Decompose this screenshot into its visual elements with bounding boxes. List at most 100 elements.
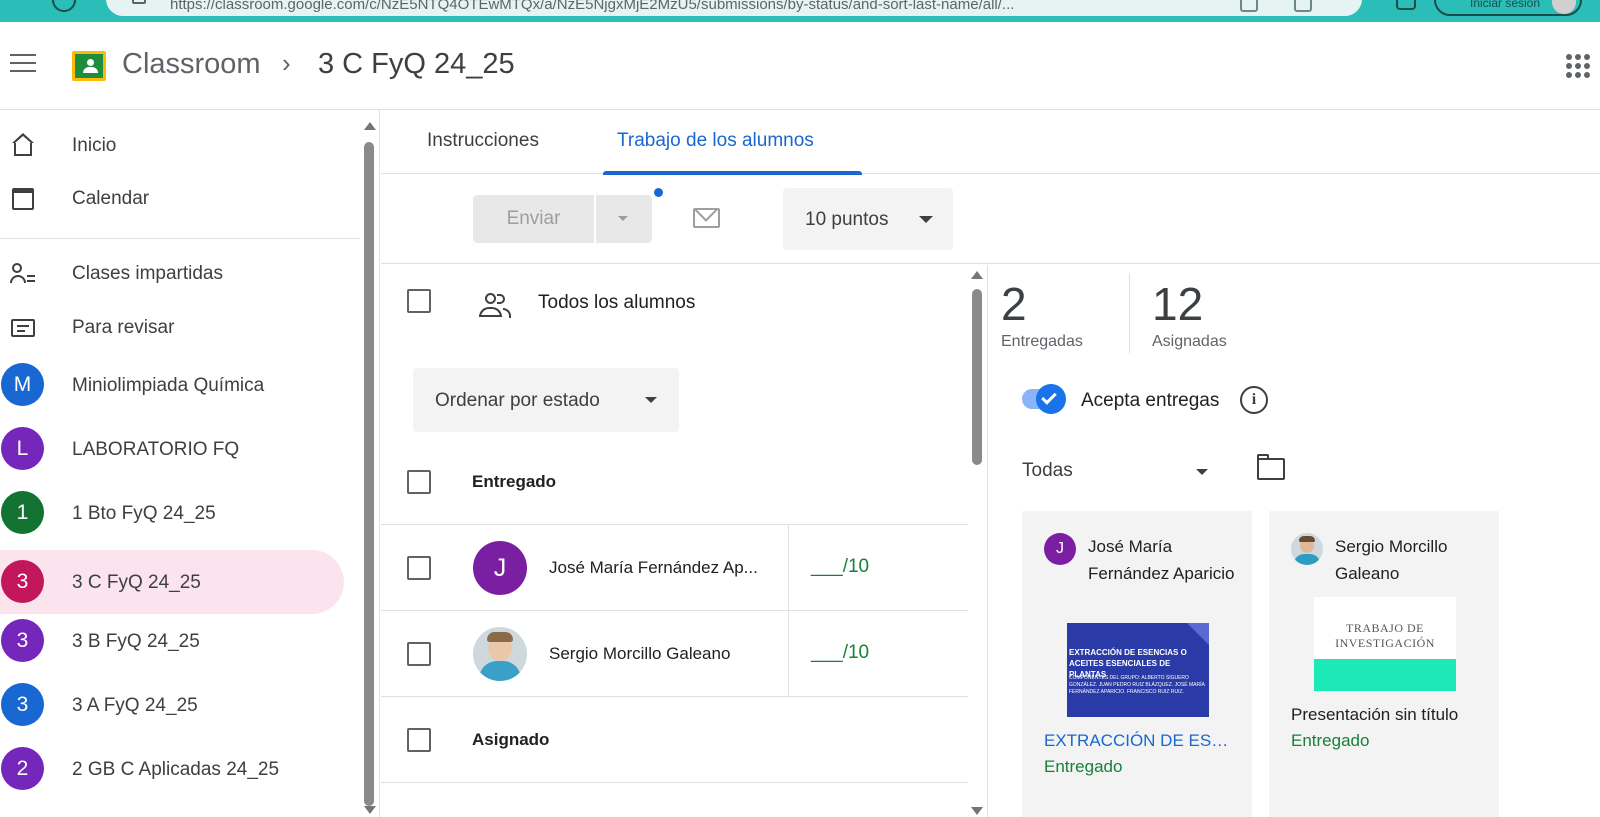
back-icon[interactable] bbox=[52, 0, 76, 12]
tab-label: Trabajo de los alumnos bbox=[617, 130, 814, 151]
caret-down-icon bbox=[618, 216, 628, 221]
list-scrollbar[interactable] bbox=[968, 265, 986, 817]
tab-instrucciones[interactable]: Instrucciones bbox=[417, 110, 587, 174]
google-apps-icon[interactable] bbox=[1566, 54, 1590, 78]
sidebar-item-laboratorio[interactable]: L LABORATORIO FQ bbox=[0, 422, 344, 476]
grade-field[interactable]: ___/10 bbox=[811, 556, 869, 578]
attachment-title[interactable]: Presentación sin título bbox=[1291, 705, 1481, 725]
sidebar-item-3b[interactable]: 3 3 B FyQ 24_25 bbox=[0, 614, 344, 668]
card-student-name: José María Fernández Aparicio bbox=[1088, 537, 1235, 583]
grading-toolbar: Enviar 10 puntos bbox=[381, 174, 1600, 264]
thumbnail-title: TRABAJO DE INVESTIGACIÓN bbox=[1335, 621, 1435, 650]
turned-in-label: Entregadas bbox=[1001, 333, 1083, 350]
thumbnail-body: COMPONENTES DEL GRUPO: ALBERTO SIGUERO G… bbox=[1069, 675, 1205, 695]
submission-status: Entregado bbox=[1044, 757, 1123, 776]
app-header: Classroom › 3 C FyQ 24_25 bbox=[0, 22, 1600, 110]
assignment-tabs: Instrucciones Trabajo de los alumnos bbox=[381, 110, 1600, 175]
extension-icon[interactable] bbox=[1240, 0, 1258, 12]
site-info-icon[interactable] bbox=[132, 0, 146, 4]
email-icon[interactable] bbox=[693, 208, 720, 228]
caret-down-icon bbox=[645, 397, 657, 403]
bookmark-star-icon[interactable] bbox=[1294, 0, 1312, 12]
sidebar-item-3a[interactable]: 3 3 A FyQ 24_25 bbox=[0, 678, 344, 732]
sidebar-item-label: Miniolimpiada Química bbox=[72, 375, 265, 396]
address-bar[interactable]: https://classroom.google.com/c/NzE5NTQ4O… bbox=[106, 0, 1362, 16]
class-avatar: 3 bbox=[1, 619, 44, 662]
sidebar-item-1bto[interactable]: 1 1 Bto FyQ 24_25 bbox=[0, 486, 344, 540]
people-icon bbox=[479, 293, 511, 319]
all-students-label[interactable]: Todos los alumnos bbox=[538, 292, 695, 314]
submission-filter-select[interactable]: Todas bbox=[1022, 450, 1222, 490]
login-label: Iniciar sesión bbox=[1470, 0, 1541, 10]
sidebar-item-label: 3 A FyQ 24_25 bbox=[72, 695, 198, 716]
login-button[interactable]: Iniciar sesión bbox=[1434, 0, 1582, 16]
assigned-label: Asignadas bbox=[1152, 333, 1227, 350]
class-name-breadcrumb[interactable]: 3 C FyQ 24_25 bbox=[318, 48, 515, 81]
sidebar-item-label: 3 B FyQ 24_25 bbox=[72, 631, 200, 652]
points-select[interactable]: 10 puntos bbox=[783, 188, 953, 250]
classroom-logo-icon[interactable] bbox=[72, 51, 106, 81]
chevron-right-icon: › bbox=[282, 48, 291, 78]
scroll-up-icon[interactable] bbox=[364, 122, 376, 130]
tab-trabajo-alumnos[interactable]: Trabajo de los alumnos bbox=[603, 110, 862, 175]
main-menu-icon[interactable] bbox=[10, 54, 36, 74]
attachment-thumbnail[interactable]: TRABAJO DE INVESTIGACIÓN bbox=[1314, 597, 1456, 691]
sidebar-item-label: LABORATORIO FQ bbox=[72, 439, 240, 460]
accept-submissions-label: Acepta entregas bbox=[1081, 390, 1220, 411]
submission-card[interactable]: J José María Fernández Aparicio EXTRACCI… bbox=[1022, 511, 1252, 817]
sidebar-item-label: Calendar bbox=[72, 188, 150, 209]
student-row[interactable]: J José María Fernández Ap... ___/10 bbox=[381, 525, 968, 611]
section-checkbox[interactable] bbox=[407, 470, 431, 494]
review-icon bbox=[10, 315, 36, 339]
scroll-thumb[interactable] bbox=[364, 142, 374, 806]
sidebar-item-label: Clases impartidas bbox=[72, 263, 223, 284]
sidebar-item-calendar[interactable]: Calendar bbox=[0, 171, 344, 225]
section-label: Asignado bbox=[472, 730, 550, 749]
send-options-button[interactable] bbox=[596, 195, 652, 243]
chat-icon[interactable] bbox=[1396, 0, 1416, 10]
sidebar-divider bbox=[0, 238, 360, 239]
sidebar-item-miniolimpiada[interactable]: M Miniolimpiada Química bbox=[0, 358, 344, 412]
section-entregado: Entregado bbox=[381, 439, 968, 525]
sidebar-item-clases-impartidas[interactable]: Clases impartidas bbox=[0, 246, 344, 300]
sort-select[interactable]: Ordenar por estado bbox=[413, 368, 679, 432]
submission-summary: 2 Entregadas 12 Asignadas Acepta entrega… bbox=[989, 265, 1600, 817]
send-button[interactable]: Enviar bbox=[473, 195, 594, 243]
avatar bbox=[1291, 533, 1323, 565]
sidebar-item-3c[interactable]: 3 3 C FyQ 24_25 bbox=[0, 550, 344, 614]
scroll-up-icon[interactable] bbox=[971, 271, 983, 279]
select-all-checkbox[interactable] bbox=[407, 289, 431, 313]
student-checkbox[interactable] bbox=[407, 556, 431, 580]
avatar: J bbox=[1044, 533, 1076, 565]
scroll-down-icon[interactable] bbox=[364, 806, 376, 814]
folder-icon[interactable] bbox=[1257, 454, 1285, 480]
info-icon[interactable]: i bbox=[1240, 386, 1268, 414]
grade-field[interactable]: ___/10 bbox=[811, 642, 869, 664]
tab-label: Instrucciones bbox=[427, 130, 539, 151]
attachment-title[interactable]: EXTRACCIÓN DE ESE... bbox=[1044, 731, 1234, 751]
class-avatar: 1 bbox=[1, 491, 44, 534]
student-row[interactable]: Sergio Morcillo Galeano ___/10 bbox=[381, 611, 968, 697]
attachment-thumbnail[interactable]: EXTRACCIÓN DE ESENCIAS O ACEITES ESENCIA… bbox=[1067, 623, 1209, 717]
url-text: https://classroom.google.com/c/NzE5NTQ4O… bbox=[170, 0, 1015, 13]
sidebar-item-para-revisar[interactable]: Para revisar bbox=[0, 300, 344, 354]
scroll-down-icon[interactable] bbox=[971, 807, 983, 815]
app-name[interactable]: Classroom bbox=[122, 48, 261, 81]
student-list-panel: Todos los alumnos Ordenar por estado Ent… bbox=[381, 265, 988, 817]
thumbnail-accent-bar bbox=[1314, 659, 1456, 691]
submission-card[interactable]: Sergio Morcillo Galeano TRABAJO DE INVES… bbox=[1269, 511, 1499, 817]
student-name: José María Fernández Ap... bbox=[549, 558, 758, 577]
scroll-thumb[interactable] bbox=[972, 289, 982, 465]
sidebar-scrollbar[interactable] bbox=[360, 110, 378, 817]
student-checkbox[interactable] bbox=[407, 642, 431, 666]
filter-value: Todas bbox=[1022, 460, 1073, 481]
sidebar-item-label: 2 GB C Aplicadas 24_25 bbox=[72, 759, 280, 780]
caret-down-icon bbox=[1196, 469, 1208, 475]
notification-dot bbox=[654, 188, 663, 197]
sidebar-item-2gb[interactable]: 2 2 GB C Aplicadas 24_25 bbox=[0, 742, 344, 796]
accept-submissions-toggle[interactable] bbox=[1022, 384, 1066, 414]
section-checkbox[interactable] bbox=[407, 728, 431, 752]
sidebar-item-inicio[interactable]: Inicio bbox=[0, 118, 344, 172]
column-divider bbox=[788, 611, 789, 697]
class-avatar: M bbox=[1, 363, 44, 406]
